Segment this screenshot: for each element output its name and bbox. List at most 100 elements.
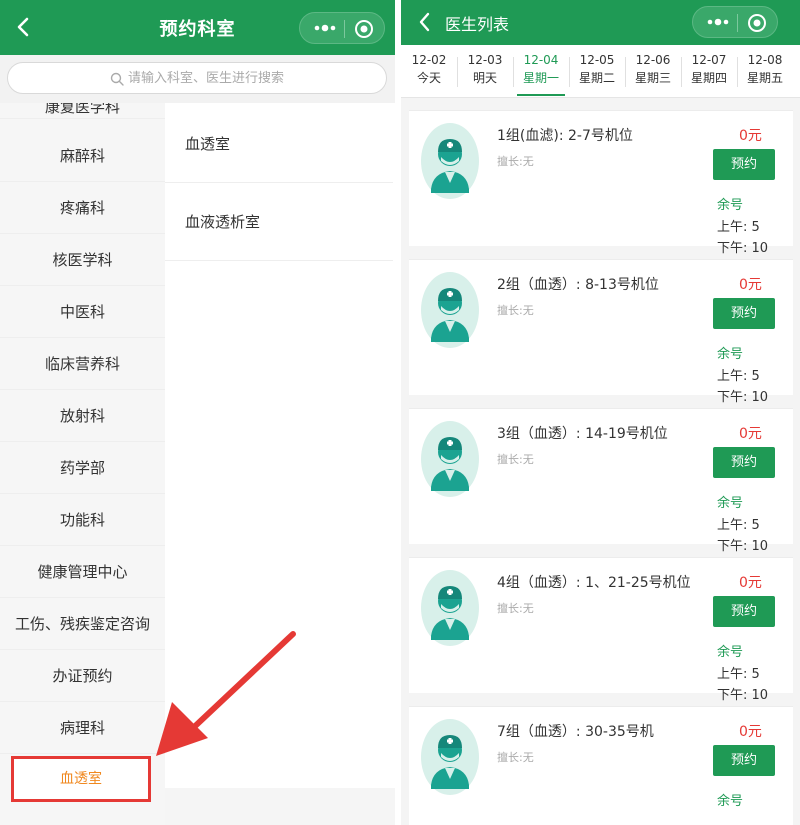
date-tab[interactable]: 12-06 星期三 (625, 51, 681, 93)
capsule-divider (344, 20, 345, 38)
doctor-card: 1组(血滤): 2-7号机位 擅长:无 0元 预约 余号 上午: 5 下午: 1… (409, 110, 793, 256)
date-tabs: 12-02 今天 12-03 明天 12-04 星期一 12-05 星期二 12… (401, 45, 800, 98)
date-tab-date: 12-07 (691, 53, 727, 67)
search-input[interactable] (128, 68, 368, 88)
date-tab-weekday: 星期一 (522, 71, 559, 85)
date-tab-weekday: 明天 (472, 71, 497, 85)
more-dots-icon[interactable] (312, 21, 338, 35)
department-item[interactable]: 功能科 (0, 494, 165, 546)
book-button[interactable]: 预约 (713, 149, 775, 180)
doctor-card: 7组（血透）: 30-35号机 擅长:无 0元 预约 余号 (409, 706, 793, 825)
target-circle-icon[interactable] (747, 13, 767, 33)
doctor-avatar-icon (421, 421, 479, 497)
afternoon-slots: 下午: 10 (717, 539, 769, 554)
date-tab-weekday: 星期五 (746, 71, 783, 85)
more-dots-icon[interactable] (705, 15, 731, 29)
department-item[interactable]: 疼痛科 (0, 182, 165, 234)
remaining-label: 余号 (717, 794, 744, 809)
morning-slots: 上午: 5 (717, 667, 760, 682)
department-item[interactable]: 工伤、残疾鉴定咨询 (0, 598, 165, 650)
date-tab[interactable]: 12-02 今天 (401, 51, 457, 93)
date-tab-date: 12-05 (579, 53, 615, 67)
target-circle-icon[interactable] (354, 19, 374, 39)
date-tab[interactable]: 12-03 明天 (457, 51, 513, 93)
mini-program-capsule (299, 12, 385, 44)
back-chevron-icon[interactable] (413, 9, 437, 35)
nav-bar: 医生列表 (401, 0, 800, 45)
sub-department-item[interactable]: 血透室 (165, 105, 393, 183)
mini-program-capsule (692, 6, 778, 38)
afternoon-slots: 下午: 10 (717, 688, 769, 703)
doctor-specialty: 擅长:无 (497, 304, 534, 317)
doctor-name: 2组（血透）: 8-13号机位 (497, 277, 659, 293)
morning-slots: 上午: 5 (717, 518, 760, 533)
book-button[interactable]: 预约 (713, 447, 775, 478)
doctor-list-screen: 医生列表 12-02 今天 12-03 明天 12-04 星期一 12-05 星… (401, 0, 800, 825)
search-bar (0, 55, 395, 103)
doctor-card: 3组（血透）: 14-19号机位 擅长:无 0元 预约 余号 上午: 5 下午:… (409, 408, 793, 554)
date-tab-date: 12-02 (411, 53, 447, 67)
book-button[interactable]: 预约 (713, 745, 775, 776)
department-item[interactable]: 病理科 (0, 702, 165, 754)
capsule-divider (737, 14, 738, 32)
department-item[interactable]: 放射科 (0, 390, 165, 442)
morning-slots: 上午: 5 (717, 220, 760, 235)
doctor-price: 0元 (739, 575, 762, 591)
doctor-card: 4组（血透）: 1、21-25号机位 擅长:无 0元 预约 余号 上午: 5 下… (409, 557, 793, 703)
sub-list-footer (165, 788, 395, 825)
department-item[interactable]: 办证预约 (0, 650, 165, 702)
doctor-name: 1组(血滤): 2-7号机位 (497, 128, 633, 144)
doctor-avatar-icon (421, 719, 479, 795)
doctor-price: 0元 (739, 426, 762, 442)
doctor-avatar-icon (421, 123, 479, 199)
doctor-price: 0元 (739, 128, 762, 144)
date-tab[interactable]: 12-08 星期五 (737, 51, 793, 93)
doctor-avatar-icon (421, 570, 479, 646)
doctor-name: 7组（血透）: 30-35号机 (497, 724, 654, 740)
active-tab-indicator (517, 94, 565, 96)
doctor-specialty: 擅长:无 (497, 602, 534, 615)
doctor-specialty: 擅长:无 (497, 453, 534, 466)
department-item[interactable]: 健康管理中心 (0, 546, 165, 598)
date-tab-active[interactable]: 12-04 星期一 (513, 51, 569, 96)
book-button[interactable]: 预约 (713, 298, 775, 329)
department-item[interactable]: 核医学科 (0, 234, 165, 286)
department-item[interactable]: 麻醉科 (0, 130, 165, 182)
department-item[interactable]: 药学部 (0, 442, 165, 494)
department-item[interactable]: 中医科 (0, 286, 165, 338)
remaining-label: 余号 (717, 645, 744, 660)
date-tab[interactable]: 12-07 星期四 (681, 51, 737, 93)
sub-department-item[interactable]: 血液透析室 (165, 183, 393, 261)
date-tab-weekday: 星期三 (634, 71, 671, 85)
doctor-price: 0元 (739, 724, 762, 740)
date-tab-weekday: 今天 (416, 71, 441, 85)
search-box[interactable] (7, 62, 387, 94)
remaining-label: 余号 (717, 198, 744, 213)
department-item[interactable]: 临床营养科 (0, 338, 165, 390)
date-tab-date: 12-08 (747, 53, 783, 67)
doctor-card: 2组（血透）: 8-13号机位 擅长:无 0元 预约 余号 上午: 5 下午: … (409, 259, 793, 405)
date-tab-date: 12-06 (635, 53, 671, 67)
search-icon (110, 72, 124, 86)
department-item-active[interactable]: 血透室 (11, 756, 151, 802)
doctor-name: 4组（血透）: 1、21-25号机位 (497, 575, 691, 591)
doctor-price: 0元 (739, 277, 762, 293)
remaining-label: 余号 (717, 347, 744, 362)
doctor-specialty: 擅长:无 (497, 155, 534, 168)
date-tab-date: 12-03 (467, 53, 503, 67)
department-item[interactable]: 康复医学科 (0, 103, 165, 119)
red-arrow-annotation (156, 631, 296, 756)
book-button[interactable]: 预约 (713, 596, 775, 627)
nav-bar: 预约科室 (0, 0, 395, 55)
department-screen: 预约科室 康复医学科 麻醉科 疼痛科 核医学科 中医科 (0, 0, 395, 825)
doctor-name: 3组（血透）: 14-19号机位 (497, 426, 668, 442)
date-tab-date: 12-04 (523, 53, 559, 67)
morning-slots: 上午: 5 (717, 369, 760, 384)
page-title: 医生列表 (445, 15, 510, 34)
date-tab[interactable]: 12-05 星期二 (569, 51, 625, 93)
date-tab-weekday: 星期四 (690, 71, 727, 85)
department-list: 康复医学科 麻醉科 疼痛科 核医学科 中医科 临床营养科 放射科 药学部 功能科… (0, 103, 165, 825)
doctor-avatar-icon (421, 272, 479, 348)
afternoon-slots: 下午: 10 (717, 390, 769, 405)
doctor-specialty: 擅长:无 (497, 751, 534, 764)
